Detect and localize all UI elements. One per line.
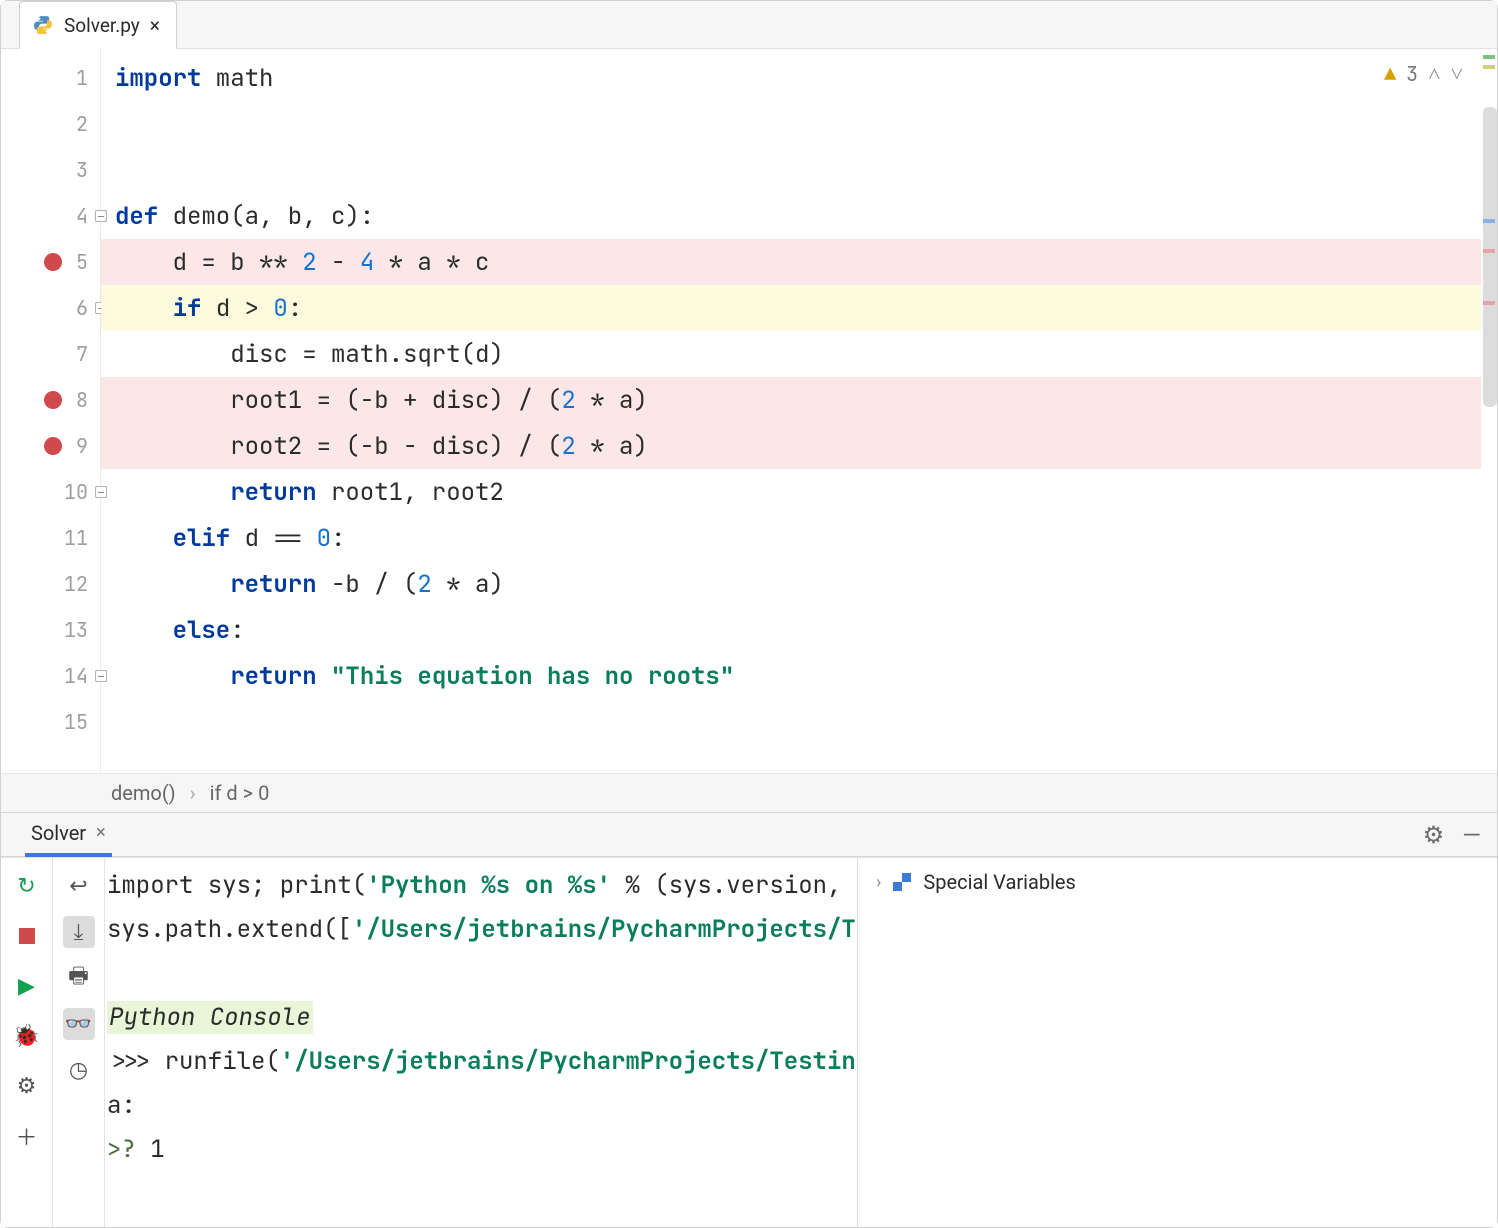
special-variables-icon — [893, 873, 911, 891]
gutter-line[interactable]: 12 — [1, 561, 100, 607]
python-file-icon — [32, 14, 54, 36]
editor-marker-strip[interactable] — [1481, 49, 1497, 773]
gutter-line[interactable]: 10 — [1, 469, 100, 515]
code-area[interactable]: ▲ 3 ˄ ˅ import math def demo(a, b, c): d … — [101, 49, 1481, 773]
code-line[interactable]: if d > 0: — [101, 285, 1481, 331]
editor-gutter[interactable]: 123456789101112131415 — [1, 49, 101, 773]
code-line[interactable]: root1 = (-b + disc) / (2 * a) — [101, 377, 1481, 423]
warning-icon: ▲ — [1384, 61, 1396, 87]
code-line[interactable] — [101, 101, 1481, 147]
close-tab-icon[interactable]: × — [150, 14, 160, 37]
code-line[interactable]: else: — [101, 607, 1481, 653]
gutter-line[interactable]: 6 — [1, 285, 100, 331]
analysis-indicator[interactable]: ▲ 3 ˄ ˅ — [1384, 59, 1463, 88]
code-line[interactable] — [101, 699, 1481, 745]
analysis-count: 3 — [1406, 61, 1418, 87]
gutter-line[interactable]: 15 — [1, 699, 100, 745]
breadcrumb-item[interactable]: if d > 0 — [210, 781, 270, 805]
chevron-right-icon: › — [876, 872, 881, 893]
run-icon[interactable]: ▶ — [11, 970, 43, 1002]
console-line: a: — [105, 1084, 857, 1128]
gutter-line[interactable]: 13 — [1, 607, 100, 653]
scroll-to-end-icon[interactable]: ⤓ — [63, 916, 95, 948]
console-line — [105, 952, 857, 996]
breakpoint-icon[interactable] — [44, 391, 62, 409]
print-icon[interactable]: 🖶 — [63, 962, 95, 994]
console-line: >>> runfile('/Users/jetbrains/PycharmPro… — [105, 1040, 857, 1084]
marker[interactable] — [1483, 219, 1495, 223]
hide-toolwindow-icon[interactable]: — — [1462, 821, 1481, 849]
console-line: >? 1 — [105, 1128, 857, 1172]
history-icon[interactable]: ◷ — [63, 1054, 95, 1086]
code-line[interactable]: return root1, root2 — [101, 469, 1481, 515]
soft-wrap-icon[interactable]: ↩ — [63, 870, 95, 902]
gutter-line[interactable]: 8 — [1, 377, 100, 423]
code-line[interactable]: disc = math.sqrt(d) — [101, 331, 1481, 377]
marker[interactable] — [1483, 301, 1495, 305]
editor-tab-bar: Solver.py × — [1, 1, 1497, 49]
breakpoint-icon[interactable] — [44, 437, 62, 455]
breakpoint-icon[interactable] — [44, 253, 62, 271]
gutter-line[interactable]: 9 — [1, 423, 100, 469]
editor: 123456789101112131415 ▲ 3 ˄ ˅ import mat… — [1, 49, 1497, 773]
code-line[interactable]: return -b / (2 * a) — [101, 561, 1481, 607]
console-line: import sys; print('Python %s on %s' % (s… — [105, 864, 857, 908]
code-line[interactable]: elif d == 0: — [101, 515, 1481, 561]
stop-icon[interactable] — [11, 920, 43, 952]
close-icon[interactable]: × — [96, 822, 106, 843]
toolwindow-header: Solver × ⚙ — — [1, 813, 1497, 857]
toolwindow-title: Solver — [31, 821, 86, 845]
run-toolbar: ↻ ▶ 🐞 ⚙ ＋ — [1, 858, 53, 1227]
add-icon[interactable]: ＋ — [11, 1120, 43, 1152]
console-line: Python Console — [105, 996, 857, 1040]
file-tab[interactable]: Solver.py × — [19, 1, 177, 49]
settings-icon[interactable]: ⚙ — [11, 1070, 43, 1102]
scrollbar-thumb[interactable] — [1483, 107, 1497, 407]
show-variables-icon[interactable]: 👓 — [63, 1008, 95, 1040]
gutter-line[interactable]: 11 — [1, 515, 100, 561]
console-line: sys.path.extend(['/Users/jetbrains/Pycha… — [105, 908, 857, 952]
variables-group[interactable]: › Special Variables — [876, 870, 1479, 894]
marker[interactable] — [1483, 249, 1495, 253]
marker[interactable] — [1483, 65, 1495, 69]
toolwindow-tab[interactable]: Solver × — [25, 813, 112, 857]
rerun-icon[interactable]: ↻ — [11, 870, 43, 902]
variables-group-label: Special Variables — [923, 870, 1075, 894]
gutter-line[interactable]: 7 — [1, 331, 100, 377]
gutter-line[interactable]: 2 — [1, 101, 100, 147]
gear-icon[interactable]: ⚙ — [1423, 821, 1445, 849]
variables-panel[interactable]: › Special Variables — [857, 858, 1497, 1227]
gutter-line[interactable]: 14 — [1, 653, 100, 699]
breadcrumb[interactable]: demo() › if d > 0 — [1, 773, 1497, 813]
chevron-right-icon: › — [190, 781, 196, 805]
code-line[interactable]: root2 = (-b - disc) / (2 * a) — [101, 423, 1481, 469]
next-highlight-icon[interactable]: ˅ — [1451, 59, 1463, 88]
prev-highlight-icon[interactable]: ˄ — [1428, 59, 1440, 88]
breadcrumb-item[interactable]: demo() — [111, 781, 176, 805]
toolwindow-body: ↻ ▶ 🐞 ⚙ ＋ ↩ ⤓ 🖶 👓 ◷ import sys; print('P… — [1, 857, 1497, 1227]
gutter-line[interactable]: 4 — [1, 193, 100, 239]
gutter-line[interactable]: 5 — [1, 239, 100, 285]
code-line[interactable] — [101, 147, 1481, 193]
gutter-line[interactable]: 3 — [1, 147, 100, 193]
code-line[interactable]: def demo(a, b, c): — [101, 193, 1481, 239]
marker[interactable] — [1483, 55, 1495, 59]
file-tab-label: Solver.py — [64, 14, 140, 37]
code-line[interactable]: return "This equation has no roots" — [101, 653, 1481, 699]
code-line[interactable]: import math — [101, 55, 1481, 101]
console-output[interactable]: import sys; print('Python %s on %s' % (s… — [105, 858, 857, 1227]
gutter-line[interactable]: 1 — [1, 55, 100, 101]
code-line[interactable]: d = b ** 2 - 4 * a * c — [101, 239, 1481, 285]
console-toolbar: ↩ ⤓ 🖶 👓 ◷ — [53, 858, 105, 1227]
debug-icon[interactable]: 🐞 — [11, 1020, 43, 1052]
